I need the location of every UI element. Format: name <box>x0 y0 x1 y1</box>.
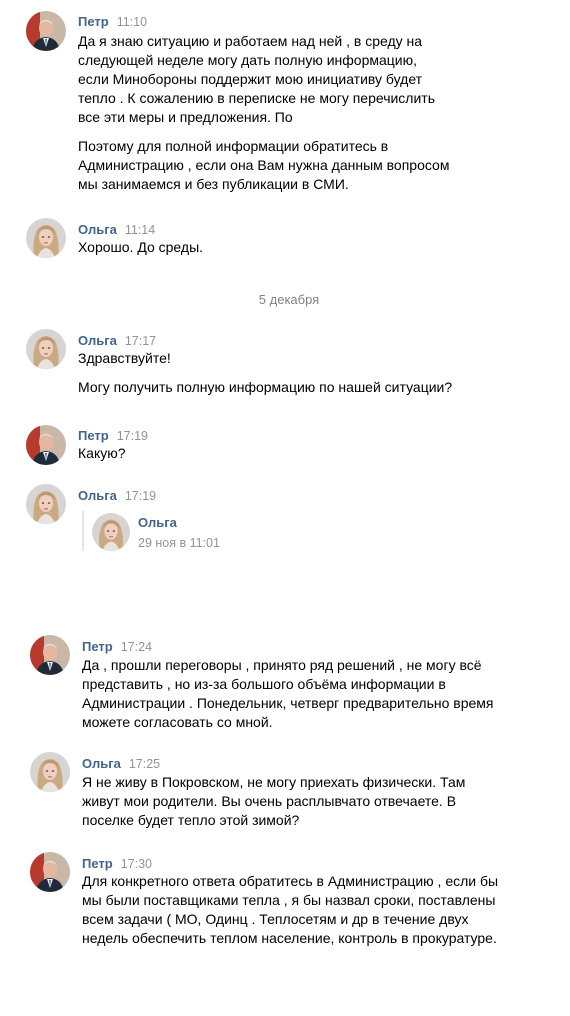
forwarded-message[interactable]: Ольга 29 ноя в 11:01 <box>82 511 384 551</box>
avatar-petr[interactable] <box>30 635 70 675</box>
man-in-suit-avatar <box>26 11 66 51</box>
date-separator: 5 декабря <box>258 292 320 307</box>
message-time[interactable]: 17:25 <box>129 757 160 771</box>
message-time[interactable]: 17:24 <box>121 640 152 654</box>
message-paragraph: Да , прошли переговоры , принято ряд реш… <box>82 657 494 730</box>
message-author[interactable]: Петр <box>78 14 109 29</box>
avatar-petr[interactable] <box>30 852 70 892</box>
forwarded-author[interactable]: Ольга <box>138 515 177 530</box>
message-text: Да , прошли переговоры , принято ряд реш… <box>82 656 502 732</box>
message-paragraph: Я не живу в Покровском, не могу приехать… <box>82 774 466 828</box>
man-in-suit-avatar <box>30 852 70 892</box>
woman-blonde-avatar <box>26 484 66 524</box>
message-text: Хорошо. До среды. <box>78 238 458 257</box>
message-author[interactable]: Ольга <box>82 756 121 771</box>
message-paragraph: Здравствуйте! <box>78 350 171 366</box>
woman-blonde-avatar <box>26 329 66 369</box>
message-author[interactable]: Петр <box>82 639 113 654</box>
avatar-olga[interactable] <box>30 752 70 792</box>
message-author[interactable]: Ольга <box>78 333 117 348</box>
message-time[interactable]: 17:19 <box>117 429 148 443</box>
man-in-suit-avatar <box>26 425 66 465</box>
message-author[interactable]: Ольга <box>78 222 117 237</box>
man-in-suit-avatar <box>30 635 70 675</box>
woman-blonde-avatar <box>30 752 70 792</box>
woman-blonde-avatar <box>92 513 130 551</box>
message-time[interactable]: 11:14 <box>125 223 155 237</box>
message-text: Я не живу в Покровском, не могу приехать… <box>82 773 492 830</box>
message-paragraph: Хорошо. До среды. <box>78 239 204 255</box>
message-time[interactable]: 11:10 <box>117 15 147 29</box>
avatar-petr[interactable] <box>26 425 66 465</box>
forwarded-date[interactable]: 29 ноя в 11:01 <box>138 536 220 550</box>
message-text: Для конкретного ответа обратитесь в Адми… <box>82 872 507 948</box>
message-time[interactable]: 17:17 <box>125 334 156 348</box>
avatar-olga[interactable] <box>26 484 66 524</box>
message-paragraph: Могу получить полную информацию по нашей… <box>78 379 453 395</box>
message-paragraph: Какую? <box>78 445 126 461</box>
avatar-petr[interactable] <box>26 11 66 51</box>
message-time[interactable]: 17:19 <box>125 489 156 503</box>
message-author[interactable]: Петр <box>78 428 109 443</box>
message-text: Здравствуйте! Могу получить полную инфор… <box>78 349 498 397</box>
message-paragraph: Поэтому для полной информации обратитесь… <box>78 138 450 192</box>
woman-blonde-avatar <box>26 218 66 258</box>
message-paragraph: Для конкретного ответа обратитесь в Адми… <box>82 873 499 946</box>
message-text: Какую? <box>78 444 458 463</box>
message-author[interactable]: Петр <box>82 856 113 871</box>
message-text: Да я знаю ситуацию и работаем над ней , … <box>78 32 450 194</box>
avatar-olga[interactable] <box>26 218 66 258</box>
message-author[interactable]: Ольга <box>78 488 117 503</box>
message-paragraph: Да я знаю ситуацию и работаем над ней , … <box>78 33 436 125</box>
avatar-olga[interactable] <box>26 329 66 369</box>
message-time[interactable]: 17:30 <box>121 857 152 871</box>
forwarded-avatar[interactable] <box>92 513 130 551</box>
